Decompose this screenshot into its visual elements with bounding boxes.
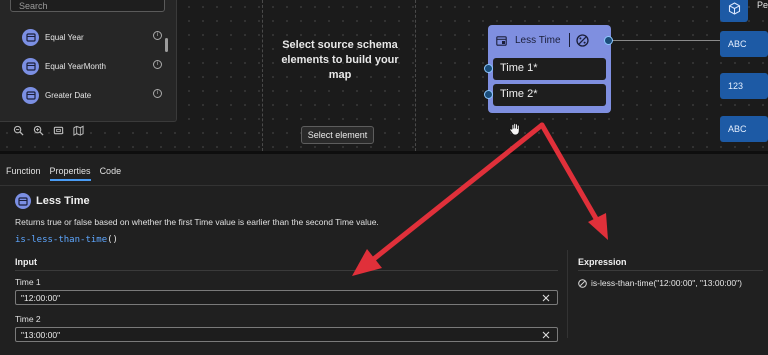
input-port-time-2[interactable] — [484, 90, 493, 99]
expression-heading: Expression — [578, 257, 627, 267]
function-signature: is-less-than-time() — [15, 235, 118, 245]
field-label-time-2: Time 2 — [15, 314, 41, 324]
time-1-value: "12:00:00" — [21, 293, 61, 303]
function-code-parens: () — [107, 235, 118, 245]
zoom-out-icon[interactable] — [12, 124, 24, 136]
input-port-time-1[interactable] — [484, 64, 493, 73]
function-list-panel: Search Equal Year i Equal YearMonth i Gr… — [0, 0, 177, 136]
function-icon — [578, 278, 587, 288]
node-input-time-2[interactable]: Time 2* — [493, 84, 606, 106]
function-description: Returns true or false based on whether t… — [15, 217, 379, 227]
function-search-input[interactable]: Search — [10, 0, 165, 12]
calendar-icon — [22, 57, 39, 75]
schema-cube-icon — [728, 1, 740, 15]
time-2-input[interactable]: "13:00:00" — [15, 327, 558, 342]
node-input-time-1[interactable]: Time 1* — [493, 58, 606, 80]
expression-rule — [578, 270, 763, 271]
properties-panel: Function Properties Code Less Time Retur… — [0, 151, 768, 355]
calendar-icon — [22, 28, 39, 46]
input-divider — [15, 270, 558, 271]
properties-tabs: Function Properties Code — [6, 166, 130, 181]
info-icon[interactable]: i — [153, 60, 162, 69]
mapping-edge — [611, 40, 731, 41]
clear-icon[interactable] — [539, 328, 553, 341]
calendar-icon — [496, 35, 507, 46]
tabs-divider — [0, 185, 768, 186]
info-icon[interactable]: i — [153, 89, 162, 98]
target-schema-node[interactable] — [720, 0, 748, 22]
target-field-string[interactable]: ABC — [720, 31, 768, 57]
zoom-in-icon[interactable] — [32, 124, 44, 136]
function-list-scrollbar[interactable] — [165, 38, 168, 52]
function-item-greater-date[interactable]: Greater Date i — [22, 84, 162, 106]
node-header: Less Time — [496, 31, 604, 49]
calendar-icon — [22, 86, 39, 104]
function-title-text: Less Time — [36, 195, 90, 207]
time-1-input[interactable]: "12:00:00" — [15, 290, 558, 305]
clear-icon[interactable] — [539, 291, 553, 304]
source-schema-message: Select source schema elements to build y… — [281, 39, 399, 81]
canvas-toolbar — [12, 124, 84, 136]
function-toggle-icon[interactable] — [575, 33, 589, 47]
less-time-function-node[interactable]: Less Time Time 1* Time 2* — [488, 25, 611, 113]
field-label-time-1: Time 1 — [15, 277, 41, 287]
info-icon[interactable]: i — [153, 31, 162, 40]
expression-divider — [567, 250, 568, 338]
fit-view-icon[interactable] — [52, 124, 64, 136]
source-panel-divider — [415, 0, 416, 151]
function-title: Less Time — [15, 193, 90, 209]
map-icon[interactable] — [72, 124, 84, 136]
expression-text: is-less-than-time("12:00:00", "13:00:00"… — [591, 278, 742, 288]
output-port[interactable] — [604, 36, 613, 45]
expression-value: is-less-than-time("12:00:00", "13:00:00"… — [578, 278, 742, 288]
function-item-equal-year[interactable]: Equal Year i — [22, 26, 162, 48]
time-2-value: "13:00:00" — [21, 330, 61, 340]
input-heading: Input — [15, 257, 37, 267]
map-canvas[interactable]: Search Equal Year i Equal YearMonth i Gr… — [0, 0, 768, 151]
data-mapper-window: Search Equal Year i Equal YearMonth i Gr… — [0, 0, 768, 355]
target-schema-label: Pe — [757, 0, 768, 10]
source-panel-divider — [262, 0, 263, 151]
function-item-label: Equal Year — [45, 32, 84, 42]
function-item-equal-yearmonth[interactable]: Equal YearMonth i — [22, 55, 162, 77]
node-header-divider — [568, 33, 570, 47]
target-field-number[interactable]: 123 — [720, 73, 768, 99]
function-code-name: is-less-than-time — [15, 235, 108, 245]
calendar-icon — [15, 193, 31, 209]
target-field-string[interactable]: ABC — [720, 116, 768, 142]
function-item-label: Equal YearMonth — [45, 61, 106, 71]
tab-function[interactable]: Function — [6, 166, 41, 181]
function-item-label: Greater Date — [45, 90, 92, 100]
tab-code[interactable]: Code — [100, 166, 122, 181]
tab-properties[interactable]: Properties — [49, 166, 91, 181]
select-element-button[interactable]: Select element — [301, 126, 374, 144]
hand-cursor-icon — [509, 123, 520, 136]
node-title: Less Time — [515, 34, 561, 46]
